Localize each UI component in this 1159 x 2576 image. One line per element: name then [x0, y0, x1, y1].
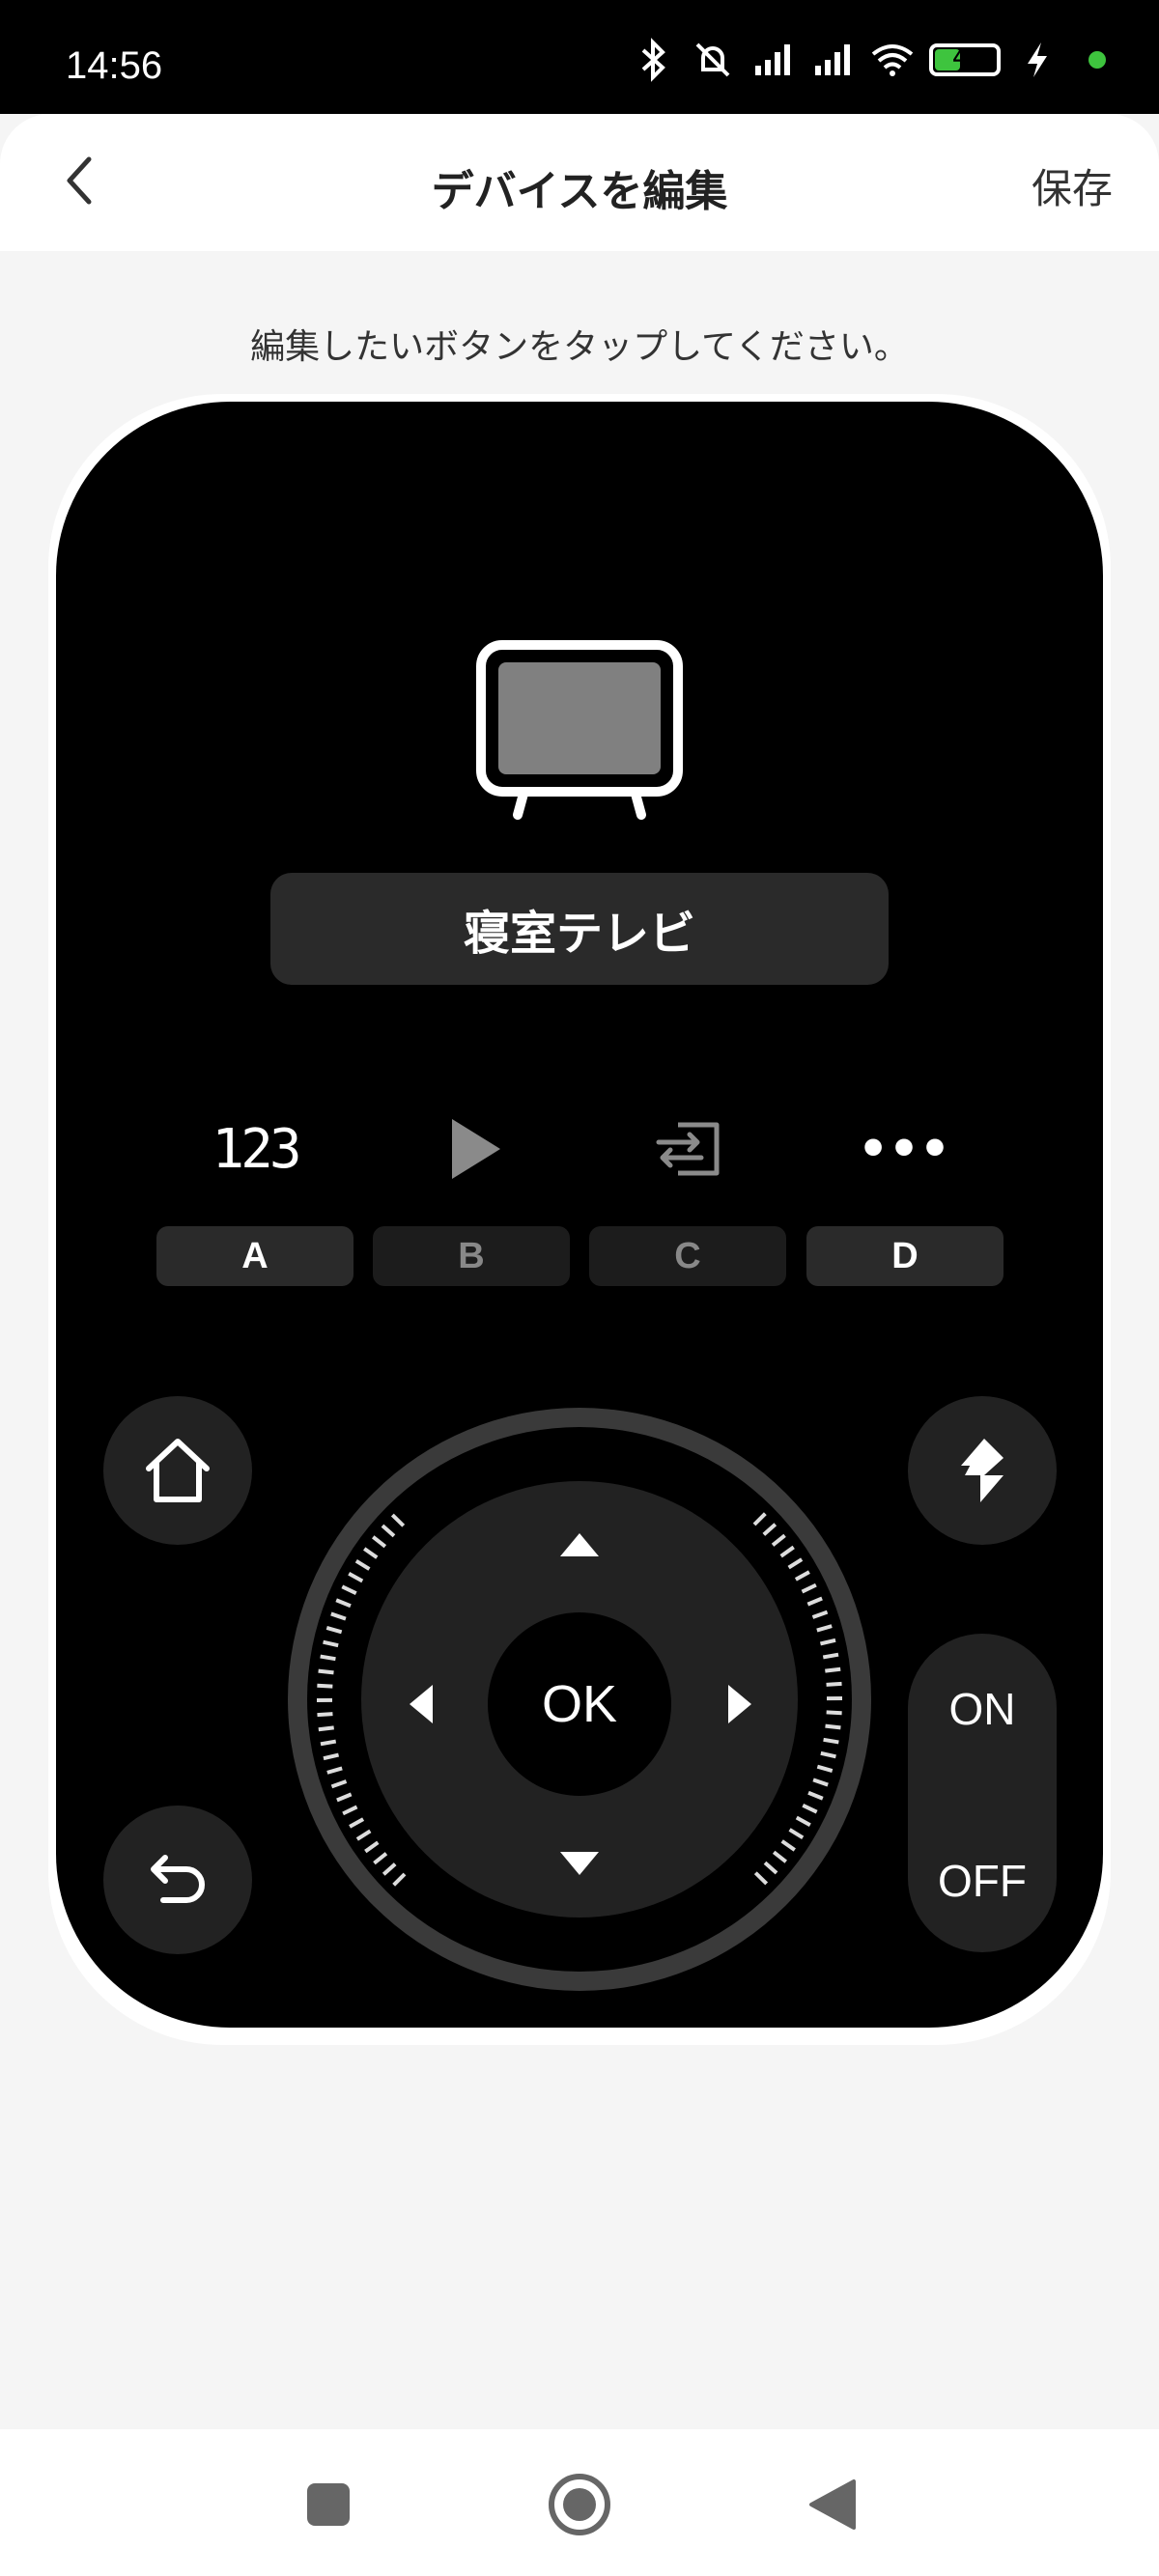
on-button[interactable]: ON: [908, 1651, 1057, 1767]
play-button[interactable]: [417, 1110, 533, 1188]
status-time: 14:56: [66, 44, 163, 87]
b-button[interactable]: B: [373, 1226, 570, 1286]
back-triangle-icon[interactable]: [806, 2478, 860, 2532]
dial-tick: [317, 1712, 333, 1718]
triangle-down-icon: [560, 1852, 599, 1875]
a-button[interactable]: A: [156, 1226, 353, 1286]
left-button[interactable]: [382, 1666, 460, 1743]
ok-button[interactable]: OK: [488, 1612, 671, 1796]
dial-tick: [822, 1652, 839, 1660]
numbers-button[interactable]: 123: [197, 1110, 313, 1188]
triangle-left-icon: [410, 1685, 433, 1723]
tv-icon: [476, 640, 683, 820]
dial-tick: [320, 1739, 337, 1747]
dial-tick: [318, 1725, 334, 1732]
signal-icon: [755, 44, 790, 75]
home-icon: [146, 1439, 210, 1502]
return-icon: [151, 1855, 205, 1903]
up-button[interactable]: [541, 1506, 618, 1583]
charging-icon: [1028, 42, 1047, 77]
quick-action-button[interactable]: [908, 1396, 1057, 1545]
right-button[interactable]: [701, 1666, 778, 1743]
input-switch-button[interactable]: [630, 1110, 746, 1188]
return-button[interactable]: [103, 1806, 252, 1954]
dial-tick: [317, 1683, 333, 1689]
signal-icon: [815, 44, 850, 75]
dial-tick: [826, 1710, 842, 1716]
device-name-button[interactable]: 寝室テレビ: [270, 873, 889, 985]
input-switch-icon: [656, 1122, 720, 1176]
dial-tick: [823, 1737, 839, 1745]
triangle-right-icon: [728, 1685, 751, 1723]
muted-bell-icon: [695, 42, 730, 77]
dial-tick: [826, 1681, 842, 1687]
dial-tick: [320, 1654, 336, 1662]
quick-action-icon: [961, 1439, 1004, 1502]
more-button[interactable]: •••: [846, 1110, 962, 1188]
home-button[interactable]: [103, 1396, 252, 1545]
home-circle-icon[interactable]: [547, 2472, 612, 2537]
dial-tick: [825, 1723, 841, 1730]
wifi-icon: [871, 44, 914, 76]
save-button[interactable]: 保存: [1032, 156, 1113, 215]
play-icon: [452, 1119, 500, 1179]
battery-icon: 42: [929, 43, 1001, 76]
status-icons: 42: [630, 37, 1120, 83]
down-button[interactable]: [541, 1825, 618, 1902]
c-button[interactable]: C: [589, 1226, 786, 1286]
dial-tick: [318, 1668, 334, 1675]
bluetooth-icon: [641, 38, 665, 82]
battery-level: 42: [952, 45, 977, 70]
dial-tick: [825, 1666, 841, 1673]
page-title: デバイスを編集: [431, 167, 728, 216]
instruction-text: 編集したいボタンをタップしてください。: [250, 327, 909, 367]
dot-icon: [1088, 51, 1106, 69]
d-button[interactable]: D: [806, 1226, 1004, 1286]
off-button[interactable]: OFF: [908, 1823, 1057, 1939]
triangle-up-icon: [560, 1533, 599, 1556]
recent-apps-icon[interactable]: [305, 2481, 352, 2528]
